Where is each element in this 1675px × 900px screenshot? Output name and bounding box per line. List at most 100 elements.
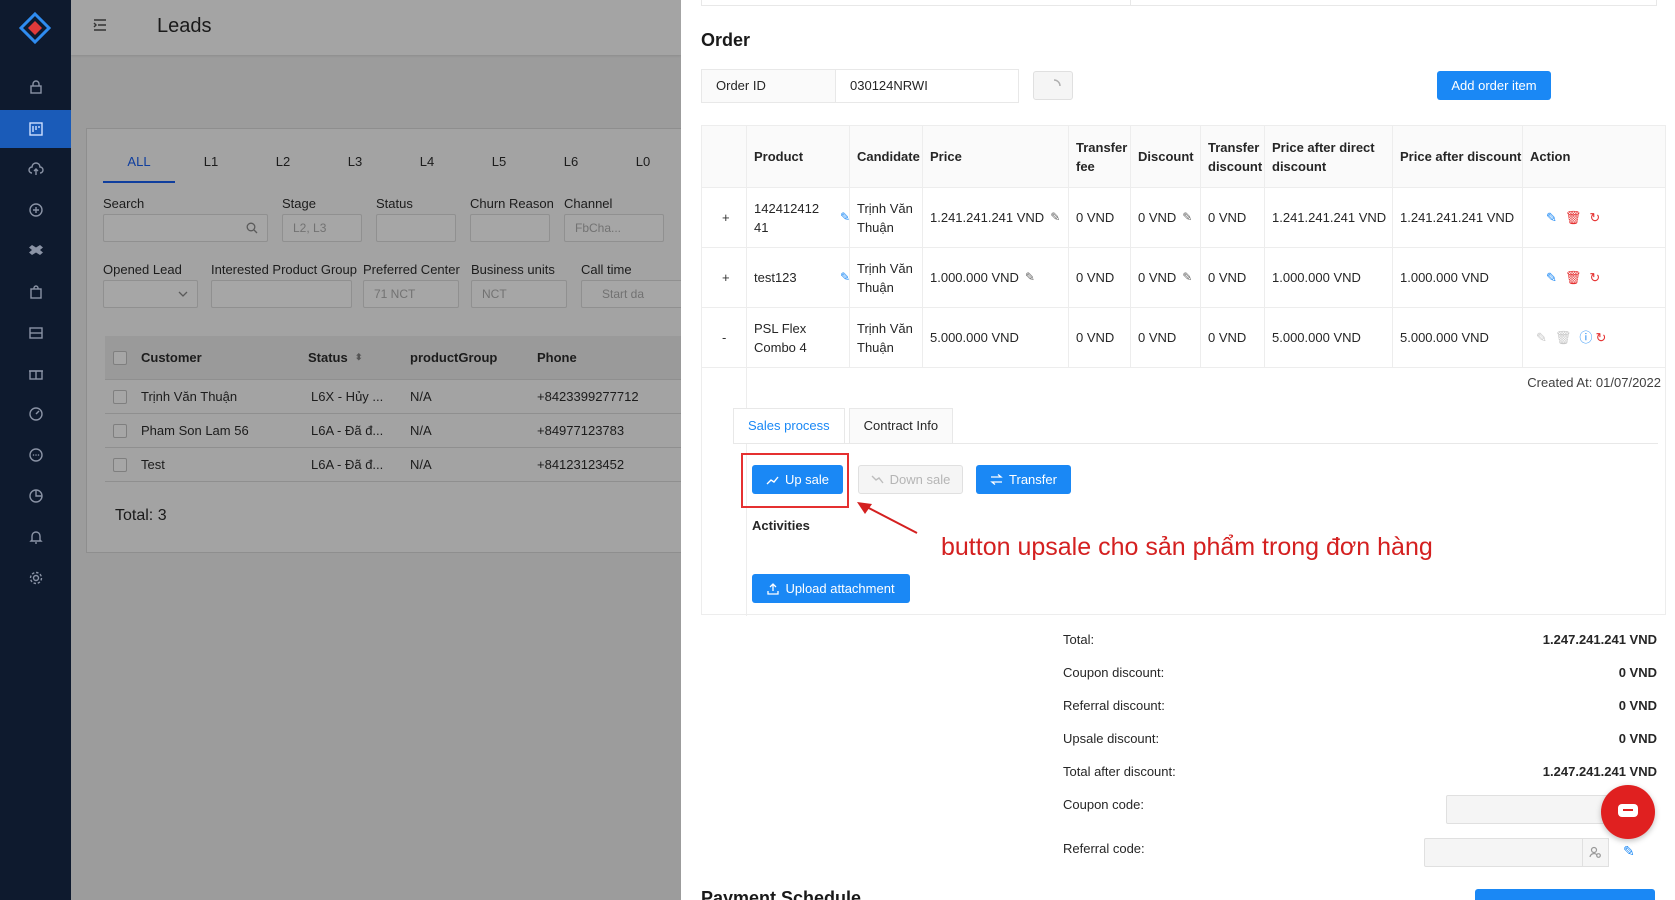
nav-upload-cloud-icon[interactable] (0, 150, 71, 188)
call-time-picker[interactable]: Start da (581, 280, 681, 308)
select-all-checkbox[interactable] (113, 350, 127, 365)
total-label: Total: (1063, 632, 1095, 647)
delete-icon[interactable]: 🗑 (1565, 208, 1582, 227)
payment-schedule-title: Payment Schedule (701, 888, 862, 900)
channel-select[interactable]: FbCha... (564, 214, 664, 242)
col-product: Product (754, 149, 804, 164)
nav-plus-circle-icon[interactable] (0, 191, 71, 229)
sort-icon[interactable]: ⬍ (355, 336, 363, 379)
order-id-value: 030124NRWI (850, 78, 928, 93)
nav-dropbox-icon[interactable] (0, 232, 71, 270)
tab-l3[interactable]: L3 (319, 153, 391, 183)
nav-bag-icon[interactable] (0, 273, 71, 311)
transfer-button[interactable]: Transfer (976, 465, 1071, 494)
price-cell: 1.000.000 VND (930, 270, 1019, 285)
nav-gift-icon[interactable] (0, 354, 71, 392)
nav-pie-chart-icon[interactable] (0, 477, 71, 515)
tab-l6[interactable]: L6 (535, 153, 607, 183)
col-after-discount: Price after discount (1400, 149, 1522, 164)
find-user-button[interactable] (1582, 838, 1609, 867)
add-order-item-button[interactable]: Add order item (1437, 71, 1551, 100)
edit-discount-icon[interactable]: ✎ (1182, 268, 1192, 287)
user-search-icon (1589, 846, 1601, 858)
tab-all[interactable]: ALL (103, 153, 175, 183)
nav-storage-icon[interactable] (0, 314, 71, 352)
opened-lead-select[interactable] (103, 280, 198, 308)
tab-l5[interactable]: L5 (463, 153, 535, 183)
after-direct-discount-cell: 1.000.000 VND (1272, 270, 1361, 285)
loading-button[interactable] (1033, 71, 1073, 100)
col-customer: Customer (141, 350, 202, 365)
customer-cell: Trịnh Văn Thuận (141, 389, 238, 404)
call-time-label: Call time (581, 262, 632, 277)
order-item-row[interactable]: + test123 ✎ Trịnh Văn Thuận 1.000.000 VN… (702, 248, 1665, 308)
candidate-cell: Trịnh Văn Thuận (857, 200, 913, 235)
tab-contract-info[interactable]: Contract Info (848, 408, 954, 444)
status-select[interactable] (376, 214, 456, 242)
table-row[interactable]: Trịnh Văn Thuận L6X - Hủy ... N/A +84233… (105, 380, 681, 414)
nav-board-icon[interactable] (0, 110, 71, 148)
opened-lead-label: Opened Lead (103, 262, 182, 277)
expand-row-button[interactable]: + (722, 208, 730, 227)
menu-fold-icon[interactable] (93, 18, 107, 32)
edit-price-icon[interactable]: ✎ (1050, 208, 1060, 227)
preferred-center-select[interactable]: 71 NCT (363, 280, 459, 308)
app-logo-icon[interactable] (19, 12, 51, 44)
transfer-label: Transfer (1009, 472, 1057, 487)
edit-icon[interactable]: ✎ (1546, 208, 1557, 227)
info-icon[interactable]: ⓘ (1579, 328, 1592, 347)
order-item-row[interactable]: + 142412412 41 ✎ Trịnh Văn Thuận 1.241.2… (702, 188, 1665, 248)
nav-bell-icon[interactable] (0, 518, 71, 556)
discount-cell: 0 VND (1138, 270, 1177, 285)
col-status[interactable]: Status (308, 336, 348, 379)
row-checkbox[interactable] (113, 423, 127, 438)
stage-label: Stage (282, 196, 316, 211)
col-transfer-fee: Transfer fee (1076, 139, 1128, 174)
delete-icon: 🗑 (1554, 330, 1572, 345)
annotation-highlight-box (741, 453, 849, 508)
upsale-discount-label: Upsale discount: (1063, 731, 1160, 746)
payment-action-button[interactable] (1475, 889, 1655, 900)
reload-icon[interactable]: ↻ (1595, 328, 1606, 347)
edit-referral-icon[interactable]: ✎ (1623, 843, 1635, 860)
table-header: Customer Status ⬍ productGroup Phone (105, 336, 681, 380)
status-cell: L6A - Đã đ... (311, 423, 384, 438)
collapse-row-button[interactable]: - (722, 328, 726, 347)
table-row[interactable]: Test L6A - Đã đ... N/A +84123123452 (105, 448, 681, 482)
total-after-discount-label: Total after discount: (1063, 764, 1176, 779)
business-units-select[interactable]: NCT (471, 280, 567, 308)
created-at: Created At: 01/07/2022 (1527, 375, 1661, 390)
stage-select[interactable]: L2, L3 (282, 214, 362, 242)
tab-divider (733, 443, 1658, 444)
search-input[interactable] (103, 214, 268, 242)
upload-attachment-button[interactable]: Upload attachment (752, 574, 910, 603)
row-checkbox[interactable] (113, 389, 127, 404)
churn-reason-select[interactable] (470, 214, 550, 242)
nav-lock-icon[interactable] (0, 68, 71, 106)
tab-l4[interactable]: L4 (391, 153, 463, 183)
edit-icon[interactable]: ✎ (1546, 268, 1557, 287)
order-item-row[interactable]: - PSL Flex Combo 4 Trịnh Văn Thuận 5.000… (702, 308, 1665, 368)
nav-gear-icon[interactable] (0, 559, 71, 597)
edit-discount-icon[interactable]: ✎ (1182, 208, 1192, 227)
delete-icon[interactable]: 🗑 (1565, 268, 1582, 287)
expand-row-button[interactable]: + (722, 268, 730, 287)
tab-l0[interactable]: L0 (607, 153, 679, 183)
reload-icon[interactable]: ↻ (1589, 208, 1600, 227)
reload-icon[interactable]: ↻ (1589, 268, 1600, 287)
chat-widget-button[interactable] (1601, 785, 1655, 839)
nav-chat-icon[interactable] (0, 436, 71, 474)
tab-sales-process[interactable]: Sales process (733, 408, 845, 444)
upload-icon (767, 582, 780, 595)
referral-code-input[interactable] (1424, 838, 1609, 867)
nav-dashboard-icon[interactable] (0, 395, 71, 433)
col-product-group: productGroup (410, 350, 498, 365)
coupon-code-input[interactable] (1446, 795, 1616, 824)
edit-price-icon[interactable]: ✎ (1025, 268, 1035, 287)
row-checkbox[interactable] (113, 457, 127, 472)
tab-l1[interactable]: L1 (175, 153, 247, 183)
product-group-select[interactable] (211, 280, 352, 308)
sidebar (0, 0, 71, 900)
table-row[interactable]: Pham Son Lam 56 L6A - Đã đ... N/A +84977… (105, 414, 681, 448)
tab-l2[interactable]: L2 (247, 153, 319, 183)
